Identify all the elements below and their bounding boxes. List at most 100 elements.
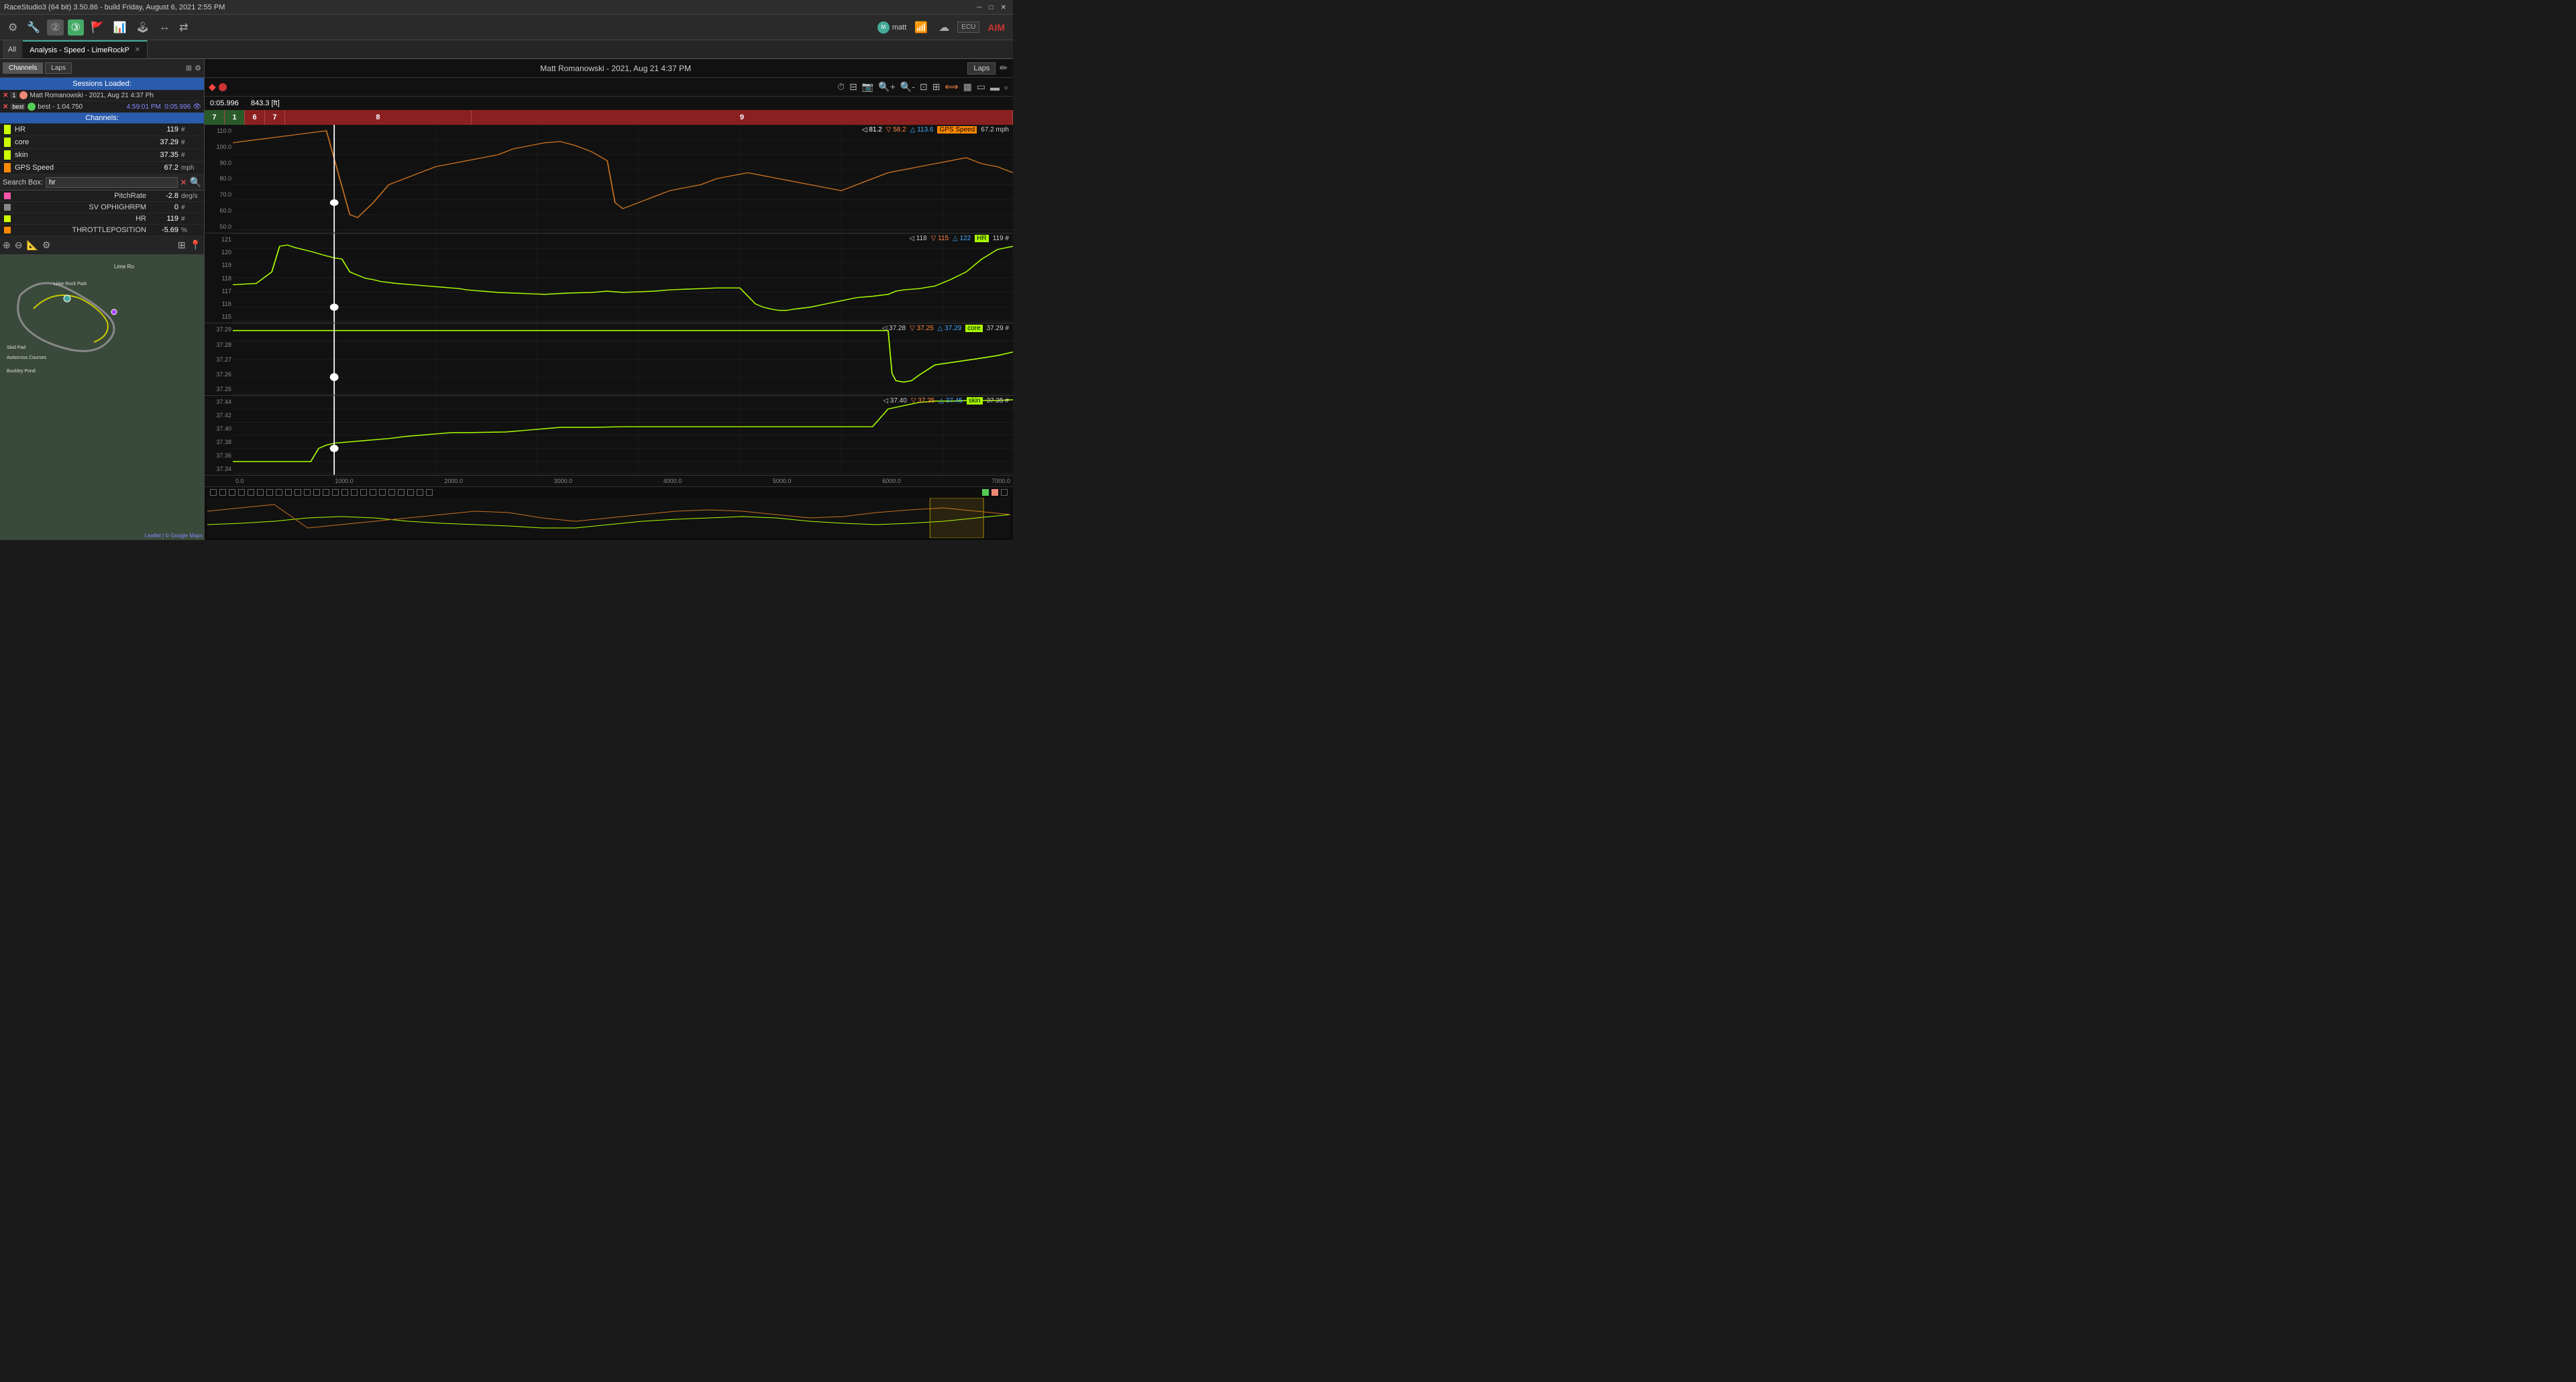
pencil-icon[interactable]: ✏ (1000, 62, 1008, 74)
username-label: matt (892, 23, 906, 32)
minimize-button[interactable]: ─ (974, 4, 984, 11)
ov-cb-12[interactable] (313, 489, 320, 496)
search-input[interactable] (46, 177, 178, 188)
ov-cb-21[interactable] (398, 489, 405, 496)
session-2-remove[interactable]: ✕ (3, 103, 8, 111)
ov-cb-24[interactable] (426, 489, 433, 496)
map-zoom-in[interactable]: ⊕ (3, 240, 11, 251)
channel-row-HR: HR 119 # (0, 123, 204, 136)
split1-icon[interactable]: ▭ (975, 81, 987, 93)
ov-cb-right-2[interactable] (991, 489, 998, 496)
session-2-name: best - 1:04.750 (38, 103, 124, 111)
zoom-fit-icon[interactable]: ⊡ (918, 81, 929, 93)
doc1-icon[interactable]: ② (47, 19, 63, 36)
ov-cb-9[interactable] (285, 489, 292, 496)
ov-cb-2[interactable] (219, 489, 226, 496)
ov-cb-11[interactable] (304, 489, 311, 496)
bar-chart-icon[interactable]: ▦ (962, 81, 973, 93)
compare-cols-icon[interactable]: ⊟ (848, 81, 859, 93)
ov-cb-1[interactable] (210, 489, 217, 496)
tab-analysis[interactable]: Analysis - Speed - LimeRockP ✕ (23, 40, 148, 58)
ov-cb-10[interactable] (294, 489, 301, 496)
chart-icon[interactable]: 📊 (111, 19, 129, 36)
ov-cb-16[interactable] (351, 489, 358, 496)
maximize-button[interactable]: □ (987, 4, 996, 11)
ov-cb-19[interactable] (379, 489, 386, 496)
camera-icon[interactable]: 📷 (861, 81, 875, 93)
svg-text:Skid Pad: Skid Pad (7, 346, 25, 350)
channels-tab-button[interactable]: Channels (3, 62, 43, 74)
arrows-icon[interactable]: ↔ (156, 20, 172, 35)
map-area: ⊕ ⊖ 📐 ⚙ ⊞ 📍 (0, 236, 204, 540)
lap-9[interactable]: 9 (472, 110, 1013, 125)
lap-8[interactable]: 8 (285, 110, 472, 125)
zoom-in-icon[interactable]: 🔍+ (877, 81, 897, 93)
ov-cb-14[interactable] (332, 489, 339, 496)
session-1-remove[interactable]: ✕ (3, 92, 8, 99)
map-layers-icon[interactable]: ⊞ (178, 240, 186, 251)
lap-1-green[interactable]: 1 (225, 110, 245, 125)
ov-cb-right (982, 489, 1008, 496)
left-settings-icon[interactable]: ⚙ (195, 64, 201, 72)
x-axis: 0.0 1000.0 2000.0 3000.0 4000.0 5000.0 6… (233, 476, 1013, 486)
core-current-val: 37.29 # (987, 325, 1009, 332)
map-pin-icon[interactable]: 📍 (190, 240, 201, 251)
tab-analysis-close[interactable]: ✕ (135, 46, 140, 54)
wrench-icon[interactable]: 🔧 (24, 19, 43, 36)
map-settings-icon[interactable]: ⚙ (42, 240, 51, 251)
compare-icon[interactable]: ⇄ (176, 19, 191, 36)
ov-cb-15[interactable] (341, 489, 348, 496)
clock-icon[interactable]: ⏱ (836, 81, 846, 93)
ov-cb-6[interactable] (257, 489, 264, 496)
ov-cb-20[interactable] (388, 489, 395, 496)
channel-HR-unit: # (181, 126, 200, 134)
session-1-number[interactable]: 1 (10, 92, 17, 99)
zoom-out-icon[interactable]: 🔍- (899, 81, 916, 93)
ov-cb-23[interactable] (417, 489, 423, 496)
app-title: RaceStudio3 (64 bit) 3.50.86 - build Fri… (4, 3, 225, 11)
laps-button[interactable]: Laps (967, 62, 996, 74)
split2-icon[interactable]: ▬ (989, 82, 1001, 93)
search-submit-button[interactable]: 🔍 (190, 176, 201, 188)
ov-cb-5[interactable] (248, 489, 254, 496)
ov-cb-18[interactable] (370, 489, 376, 496)
ov-cb-22[interactable] (407, 489, 414, 496)
search-clear-button[interactable]: ✕ (180, 178, 187, 187)
map-measure[interactable]: 📐 (26, 240, 38, 251)
tab-all[interactable]: All (3, 40, 21, 58)
lap-7[interactable]: 7 (265, 110, 285, 125)
flag-icon[interactable]: 🚩 (88, 19, 107, 36)
zoom-area-icon[interactable]: ⊞ (931, 81, 942, 93)
ov-cb-13[interactable] (323, 489, 329, 496)
laps-tab-button[interactable]: Laps (45, 62, 72, 74)
ov-cb-3[interactable] (229, 489, 235, 496)
split3-icon[interactable]: ▫ (1003, 82, 1009, 93)
columns-icon[interactable]: ⊞ (186, 64, 192, 72)
gps-y-axis: 110.0 100.0 90.0 80.0 70.0 60.0 50.0 (205, 125, 233, 233)
ov-cb-17[interactable] (360, 489, 367, 496)
lap-6[interactable]: 6 (245, 110, 265, 125)
ov-cb-8[interactable] (276, 489, 282, 496)
ov-cb-right-1[interactable] (982, 489, 989, 496)
session-2-number[interactable]: best (10, 103, 25, 110)
ov-cb-7[interactable] (266, 489, 273, 496)
channel-skin-value: 37.35 (152, 151, 178, 159)
skin-up-val: △ 37.45 (938, 397, 963, 405)
lap-7-green[interactable]: 7 (205, 110, 225, 125)
sr-svoph-value: 0 (152, 203, 178, 211)
ov-cb-4[interactable] (238, 489, 245, 496)
brand-icon: AIM (985, 21, 1008, 34)
settings-icon[interactable]: ⚙ (5, 19, 20, 36)
overview-mini-chart[interactable] (207, 498, 1010, 538)
chart-area[interactable]: 110.0 100.0 90.0 80.0 70.0 60.0 50.0 (205, 125, 1013, 486)
session-2-eye[interactable]: 👁 (193, 103, 201, 111)
gauge-icon[interactable]: 🕹 (133, 19, 152, 36)
measure-icon[interactable]: ⟺ (943, 81, 959, 93)
record-circle[interactable] (219, 83, 227, 91)
doc2-icon[interactable]: ③ (68, 19, 84, 36)
map-placeholder: Lime Ro Lime Rock Park Skid Pad Autocros… (0, 255, 204, 540)
record-icon[interactable]: ◆ (209, 81, 216, 93)
close-button[interactable]: ✕ (998, 4, 1009, 11)
ov-cb-right-3[interactable] (1001, 489, 1008, 496)
map-zoom-out[interactable]: ⊖ (15, 240, 23, 251)
